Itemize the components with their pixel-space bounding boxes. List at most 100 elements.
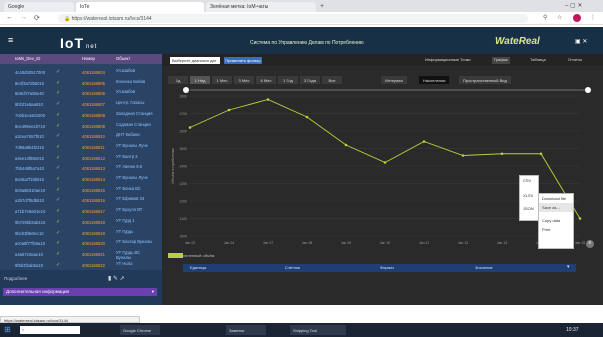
window-controls[interactable]: – ▢ ✕	[565, 2, 582, 9]
browser-tab-1[interactable]: IoTe	[76, 2, 204, 12]
tab-accumulation[interactable]: Накопления	[419, 76, 450, 84]
data-point	[227, 108, 231, 112]
row-object: Колонка Бойов	[116, 78, 146, 84]
browser-tab-0[interactable]: Google	[4, 2, 74, 12]
menu-item-print[interactable]: Print	[539, 225, 573, 234]
row-device-id: ac0a8f77f56a10	[15, 241, 46, 247]
add-info-bar[interactable]: Дополнительная информация ▾	[3, 288, 157, 296]
row-device-id: a71b7e8a01e10	[15, 209, 46, 215]
menu-item-download[interactable]: Download file	[539, 194, 573, 203]
sidebar-tools-icons[interactable]: ▮ ✎ ➚	[108, 275, 125, 282]
check-icon: ✓	[56, 186, 61, 193]
url-input[interactable]: 🔒 https://waterreal.iotsam.ru/lvcs/3144	[58, 14, 528, 23]
table-expand-icon[interactable]: ▾	[567, 264, 570, 270]
check-icon: ✓	[56, 122, 61, 129]
menu-item-json[interactable]: JSON	[520, 204, 538, 213]
row-device-id: 8e4f3a7d55010	[15, 80, 45, 86]
app-logo[interactable]: IoT net	[60, 35, 97, 51]
y-tick-label: 1000	[179, 235, 187, 239]
row-object: УТ Ефимов 34	[116, 196, 145, 202]
lock-icon: 🔒	[64, 16, 72, 22]
hamburger-icon[interactable]: ≡	[8, 35, 13, 45]
chart-menu-icon[interactable]: ≡	[586, 240, 594, 248]
menu-item-csv[interactable]: CSV	[520, 176, 538, 185]
forward-icon[interactable]: →	[20, 14, 27, 21]
y-axis-label: Объём потребления	[171, 148, 175, 184]
row-serial: 4081166807	[82, 102, 105, 108]
row-object: УТ Вуналы Луче	[116, 142, 148, 148]
sidebar-footer-label: Подробнее	[4, 276, 28, 281]
date-range-input[interactable]: Выберите диапазон дат	[170, 57, 220, 64]
data-point	[461, 154, 465, 157]
row-object: УТ Ноло	[116, 260, 133, 266]
row-serial: 4081166811	[82, 144, 105, 150]
check-icon: ✓	[56, 69, 61, 75]
taskbar-item-notes[interactable]: Заметки	[226, 325, 266, 335]
check-icon: ✓	[56, 261, 61, 268]
brand-logo: WateReal	[495, 36, 540, 47]
table-button[interactable]: Таблица	[530, 57, 546, 64]
header-user-icon[interactable]: ▣ ✕	[575, 38, 587, 45]
reports-button[interactable]: Отчеты	[568, 57, 582, 64]
row-device-id: a4a6710aae10	[15, 251, 43, 257]
sidebar-col-number: Номер	[82, 56, 95, 61]
menu-item-copy[interactable]: Copy data	[539, 216, 573, 225]
back-icon[interactable]: ←	[6, 14, 13, 21]
check-icon: ✓	[56, 111, 61, 118]
check-icon: ✓	[56, 90, 61, 97]
url-text: https://waterreal.iotsam.ru/lvcs/3144	[71, 16, 152, 22]
data-point	[344, 143, 348, 147]
row-device-id: 9bcb3f8e6ec10	[15, 230, 44, 236]
row-device-id: 9bf1f1e8aa810	[15, 102, 43, 108]
y-tick-label: 1800	[179, 95, 187, 99]
row-object: Садовая Станция	[116, 121, 151, 127]
data-point	[305, 115, 309, 119]
tab-spatial-view[interactable]: Пространственный Вид	[459, 76, 511, 84]
menu-icon[interactable]: ⋮	[590, 14, 596, 21]
check-icon: ✓	[56, 176, 61, 182]
row-serial: 4081166822	[82, 262, 105, 268]
reload-icon[interactable]: ⟳	[34, 14, 40, 22]
app-title: Система по Управлению Делам по Потреблен…	[250, 40, 364, 46]
range-tab[interactable]: 3 Мес	[234, 76, 254, 84]
sidebar-col-object: Объект	[116, 56, 131, 61]
taskbar-item-chrome[interactable]: Google Chrome	[120, 325, 160, 335]
check-icon: ✓	[56, 154, 61, 161]
menu-item-xlsx[interactable]: XLSX	[520, 191, 538, 200]
start-icon[interactable]: ⊞	[4, 325, 14, 335]
row-serial: 4081166806	[82, 91, 105, 97]
export-action-menu: Download file Save as... Copy data Print	[538, 193, 574, 249]
row-object: УТ Гурд 1	[116, 217, 135, 223]
row-serial: 4081166818	[82, 219, 105, 225]
range-tab[interactable]: 1 Нед	[190, 76, 210, 84]
range-tab[interactable]: 1 Мес	[212, 76, 232, 84]
taskbar-clock: 10:37	[566, 327, 579, 333]
table-col-meter: Счётчик	[285, 265, 301, 270]
chart-button[interactable]: График	[492, 57, 510, 64]
range-tab[interactable]: 1д	[168, 76, 188, 84]
range-tab[interactable]: 1 Год	[278, 76, 298, 84]
row-device-id: a2b7d7f8db810	[15, 198, 45, 204]
new-tab-icon[interactable]: +	[320, 3, 328, 11]
browser-tab-2[interactable]: Зелёная метка: IoM-чаты	[206, 2, 316, 12]
info-points-button[interactable]: Информационные Точки	[425, 57, 471, 64]
range-tab[interactable]: Все	[322, 76, 342, 84]
menu-item-save-as[interactable]: Save as...	[539, 203, 573, 212]
row-device-id: 8c9a68310ae10	[15, 187, 46, 193]
y-tick-label: 1600	[179, 130, 187, 134]
data-point	[266, 98, 270, 101]
range-tab[interactable]: 6 Мес	[256, 76, 276, 84]
data-point	[422, 140, 426, 143]
x-tick-label: Jan 08	[302, 241, 313, 245]
row-device-id: 4c48d30517000	[15, 70, 46, 75]
tab-interval[interactable]: Интервал	[381, 76, 407, 84]
zoom-icon[interactable]: ⚲	[543, 14, 547, 21]
profile-icon[interactable]	[573, 14, 581, 22]
range-tab[interactable]: 3 Года	[300, 76, 320, 84]
taskbar-item-snipping[interactable]: Snipping Tool	[290, 325, 346, 335]
row-serial: 4081166808	[82, 112, 105, 118]
taskbar-search[interactable]: ⌕	[20, 326, 80, 334]
row-serial: 4081166817	[82, 209, 105, 215]
star-icon[interactable]: ☆	[557, 14, 562, 21]
apply-filter-button[interactable]: Применить фильтр	[224, 57, 262, 64]
